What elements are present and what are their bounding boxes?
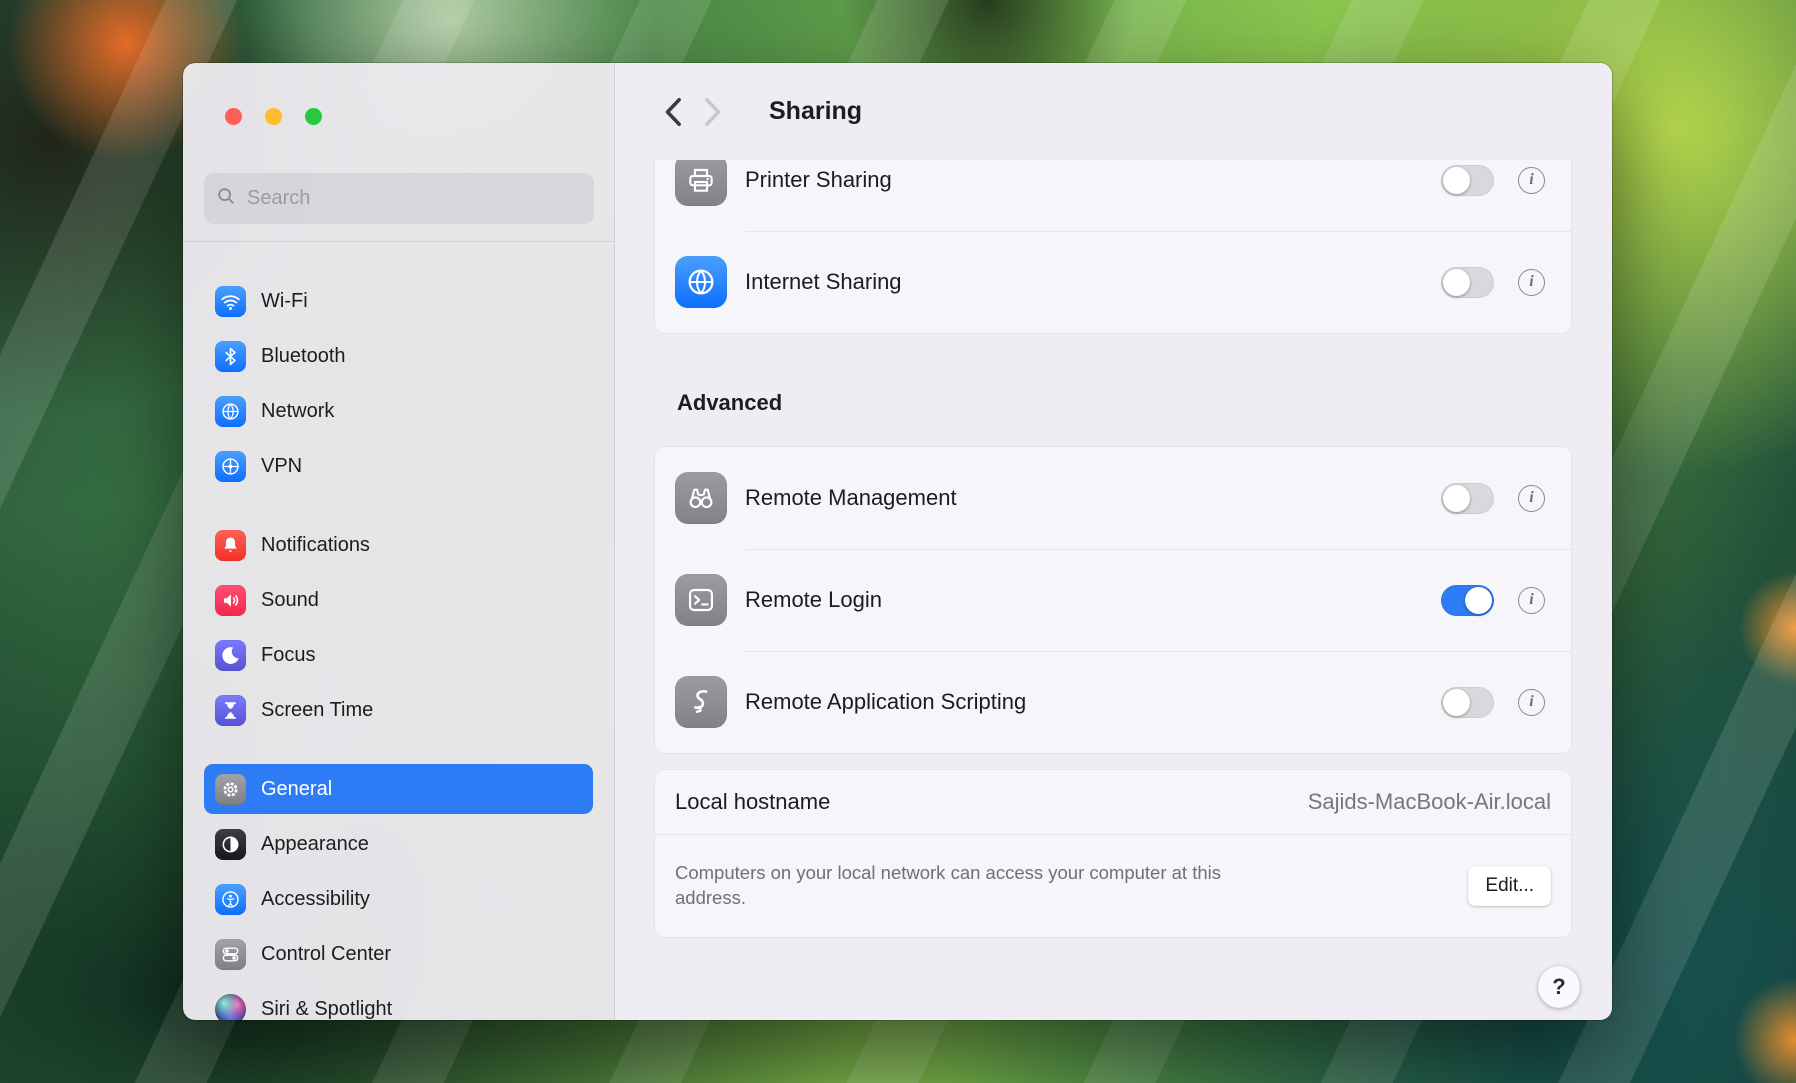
- sidebar-item-label: General: [261, 778, 332, 801]
- sidebar-item-network[interactable]: Network: [204, 386, 593, 436]
- sharing-services-card: Printer Sharing i Internet Sharing i: [655, 160, 1571, 333]
- settings-row-internet-sharing: Internet Sharing i: [655, 231, 1571, 333]
- settings-content: Sharing Printer Sharing i Internet S: [615, 63, 1612, 1020]
- page-title: Sharing: [769, 97, 862, 126]
- content-header: Sharing: [615, 63, 1612, 160]
- sidebar-item-focus[interactable]: Focus: [204, 630, 593, 680]
- sidebar-list: Wi-Fi Bluetooth Network: [204, 276, 593, 1020]
- sidebar-item-label: Network: [261, 400, 334, 423]
- wifi-icon: [215, 286, 246, 317]
- minimize-window-button[interactable]: [265, 108, 282, 125]
- search-input[interactable]: [245, 186, 582, 211]
- forward-button[interactable]: [693, 86, 733, 138]
- internet-globe-icon: [675, 256, 727, 308]
- sidebar-search[interactable]: [204, 173, 594, 224]
- sidebar-item-label: Control Center: [261, 943, 391, 966]
- settings-row-remote-application-scripting: Remote Application Scripting i: [655, 651, 1571, 753]
- script-icon: [675, 676, 727, 728]
- advanced-services-card: Remote Management i Remote Login i: [655, 447, 1571, 753]
- local-hostname-description-row: Computers on your local network can acce…: [655, 834, 1571, 937]
- window-controls: [225, 108, 322, 125]
- sidebar-item-label: Bluetooth: [261, 345, 346, 368]
- printer-icon: [675, 160, 727, 206]
- sidebar-item-appearance[interactable]: Appearance: [204, 819, 593, 869]
- sidebar-item-bluetooth[interactable]: Bluetooth: [204, 331, 593, 381]
- gear-icon: [215, 774, 246, 805]
- remote-management-toggle[interactable]: [1441, 483, 1494, 514]
- sidebar-item-control-center[interactable]: Control Center: [204, 929, 593, 979]
- vpn-globe-icon: [215, 451, 246, 482]
- info-icon[interactable]: i: [1518, 167, 1545, 194]
- sidebar-item-siri-spotlight[interactable]: Siri & Spotlight: [204, 984, 593, 1020]
- info-icon[interactable]: i: [1518, 689, 1545, 716]
- info-icon[interactable]: i: [1518, 485, 1545, 512]
- sidebar-item-screen-time[interactable]: Screen Time: [204, 685, 593, 735]
- row-label: Remote Management: [745, 485, 1441, 511]
- sidebar-item-general[interactable]: General: [204, 764, 593, 814]
- control-center-icon: [215, 939, 246, 970]
- sidebar-item-label: Sound: [261, 589, 319, 612]
- sidebar-item-notifications[interactable]: Notifications: [204, 520, 593, 570]
- local-hostname-label: Local hostname: [675, 789, 1308, 815]
- remote-login-toggle[interactable]: [1441, 585, 1494, 616]
- zoom-window-button[interactable]: [305, 108, 322, 125]
- sidebar-item-label: Screen Time: [261, 699, 373, 722]
- sidebar-item-label: Wi-Fi: [261, 290, 308, 313]
- moon-icon: [215, 640, 246, 671]
- remote-application-scripting-toggle[interactable]: [1441, 687, 1494, 718]
- row-label: Internet Sharing: [745, 269, 1441, 295]
- hourglass-icon: [215, 695, 246, 726]
- appearance-icon: [215, 829, 246, 860]
- bell-icon: [215, 530, 246, 561]
- sidebar-item-wifi[interactable]: Wi-Fi: [204, 276, 593, 326]
- sidebar-item-sound[interactable]: Sound: [204, 575, 593, 625]
- terminal-icon: [675, 574, 727, 626]
- settings-row-remote-login: Remote Login i: [655, 549, 1571, 651]
- globe-icon: [215, 396, 246, 427]
- internet-sharing-toggle[interactable]: [1441, 267, 1494, 298]
- scroll-area[interactable]: Printer Sharing i Internet Sharing i Adv…: [615, 160, 1612, 1020]
- back-button[interactable]: [653, 86, 693, 138]
- advanced-section-heading: Advanced: [677, 390, 782, 416]
- local-hostname-description: Computers on your local network can acce…: [675, 861, 1290, 911]
- local-hostname-value: Sajids-MacBook-Air.local: [1308, 789, 1551, 815]
- sidebar-item-label: Focus: [261, 644, 315, 667]
- sidebar-item-vpn[interactable]: VPN: [204, 441, 593, 491]
- sidebar-item-label: Siri & Spotlight: [261, 998, 392, 1021]
- help-button[interactable]: ?: [1538, 966, 1580, 1008]
- row-label: Remote Application Scripting: [745, 689, 1441, 715]
- settings-row-remote-management: Remote Management i: [655, 447, 1571, 549]
- sidebar-item-label: Accessibility: [261, 888, 370, 911]
- info-icon[interactable]: i: [1518, 269, 1545, 296]
- edit-hostname-button[interactable]: Edit...: [1468, 866, 1551, 906]
- sidebar-item-label: VPN: [261, 455, 302, 478]
- printer-sharing-toggle[interactable]: [1441, 165, 1494, 196]
- settings-sidebar: Wi-Fi Bluetooth Network: [183, 63, 615, 1020]
- row-label: Printer Sharing: [745, 167, 1441, 193]
- local-hostname-row: Local hostname Sajids-MacBook-Air.local: [655, 770, 1571, 834]
- bluetooth-icon: [215, 341, 246, 372]
- close-window-button[interactable]: [225, 108, 242, 125]
- local-hostname-card: Local hostname Sajids-MacBook-Air.local …: [655, 770, 1571, 937]
- sidebar-item-label: Notifications: [261, 534, 370, 557]
- system-settings-window: Wi-Fi Bluetooth Network: [183, 63, 1612, 1020]
- search-icon: [216, 186, 236, 211]
- info-icon[interactable]: i: [1518, 587, 1545, 614]
- accessibility-icon: [215, 884, 246, 915]
- row-label: Remote Login: [745, 587, 1441, 613]
- siri-icon: [215, 994, 246, 1021]
- sidebar-toolbar-divider: [183, 241, 614, 242]
- binoculars-icon: [675, 472, 727, 524]
- sidebar-item-accessibility[interactable]: Accessibility: [204, 874, 593, 924]
- sidebar-item-label: Appearance: [261, 833, 369, 856]
- settings-row-printer-sharing: Printer Sharing i: [655, 160, 1571, 231]
- speaker-icon: [215, 585, 246, 616]
